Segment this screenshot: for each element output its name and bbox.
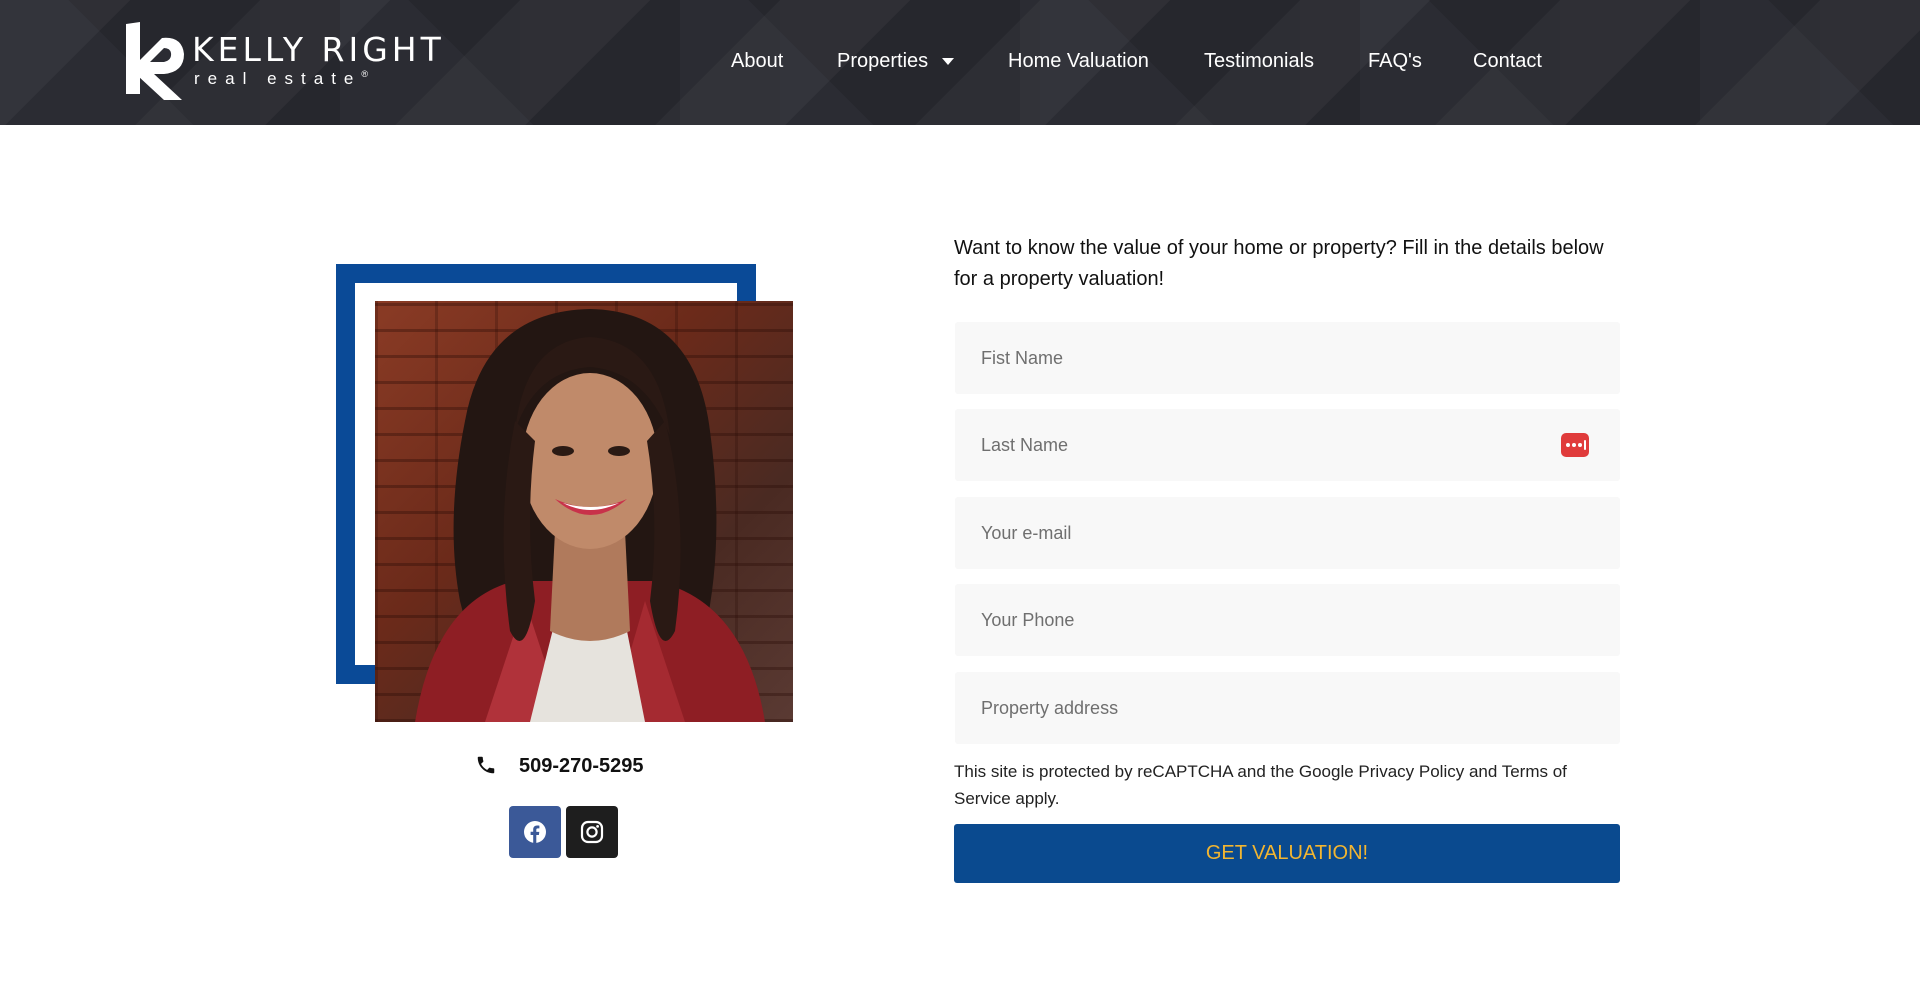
password-manager-icon[interactable] (1561, 433, 1589, 457)
nav-properties[interactable]: Properties (837, 46, 955, 76)
brand-tagline: real estate (194, 69, 368, 89)
kr-logo-icon (126, 22, 184, 100)
nav-home-valuation[interactable]: Home Valuation (1008, 46, 1149, 76)
last-name-input[interactable] (955, 409, 1620, 481)
pw-dot (1566, 443, 1570, 447)
property-address-input[interactable] (955, 672, 1620, 744)
pw-dot (1578, 443, 1582, 447)
get-valuation-button[interactable]: GET VALUATION! (954, 824, 1620, 883)
nav-about[interactable]: About (731, 46, 783, 76)
phone-input[interactable] (955, 584, 1620, 656)
nav-properties-label: Properties (837, 50, 929, 72)
phone-icon (477, 756, 495, 774)
instagram-icon (580, 820, 604, 844)
pw-dot (1572, 443, 1576, 447)
instagram-button[interactable] (566, 806, 618, 858)
agent-photo-illustration (415, 309, 765, 722)
pw-cursor (1584, 440, 1586, 450)
valuation-intro: Want to know the value of your home or p… (954, 237, 1604, 290)
phone-number: 509-270-5295 (519, 755, 644, 777)
first-name-input[interactable] (955, 322, 1620, 394)
nav-faqs[interactable]: FAQ's (1368, 46, 1422, 76)
facebook-button[interactable] (509, 806, 561, 858)
nav-contact[interactable]: Contact (1473, 46, 1542, 76)
email-input[interactable] (955, 497, 1620, 569)
site-logo[interactable]: KELLY RIGHT real estate (124, 20, 441, 102)
recaptcha-notice: This site is protected by reCAPTCHA and … (954, 762, 1567, 808)
chevron-down-icon (942, 58, 955, 66)
site-header: KELLY RIGHT real estate About Properties… (0, 0, 1920, 125)
brand-name: KELLY RIGHT (192, 30, 445, 69)
facebook-icon (524, 821, 546, 843)
nav-testimonials[interactable]: Testimonials (1204, 46, 1314, 76)
agent-portrait (375, 301, 793, 722)
